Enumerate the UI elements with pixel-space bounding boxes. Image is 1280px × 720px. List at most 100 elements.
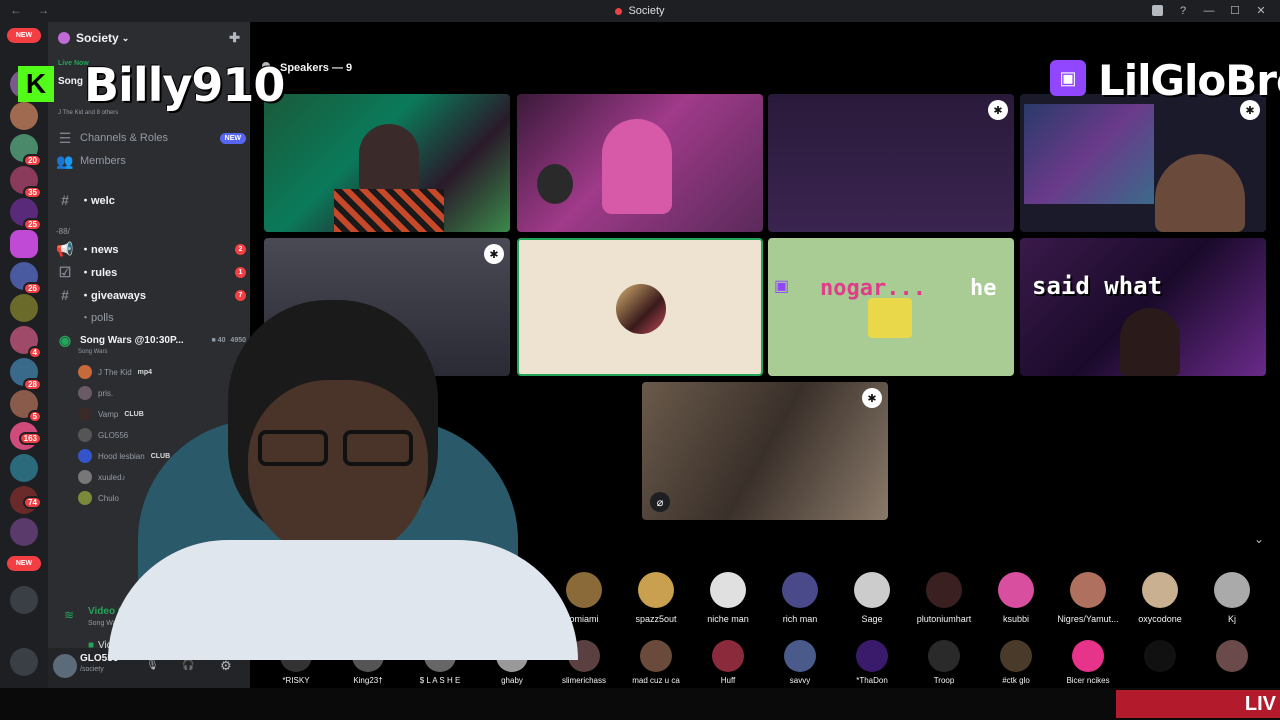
audience-member[interactable]: Kj [1196,572,1268,624]
window-title: Society [615,5,665,17]
speaker-figure [1120,308,1180,376]
audience-name: slimerichass [561,676,606,685]
audience-member[interactable] [1196,640,1268,676]
maximize-button[interactable]: ☐ [1224,2,1246,19]
stream-capture: ← → Society ? — ☐ ✕ NEW 20 35 2 5 26 4 28 [0,0,1280,720]
streamer-name-right: LilGloBro [1098,56,1280,105]
audience-member[interactable]: *ThaDon [836,640,908,685]
speaker-tile[interactable] [264,94,510,232]
audience-member[interactable]: spazz5out [620,572,692,624]
user-avatar[interactable] [53,654,77,678]
audience-member[interactable]: plutoniumhart [908,572,980,624]
channel-rules[interactable]: ☑ ・rules 1 [56,261,246,283]
audience-member[interactable]: niche man [692,572,764,624]
pin-icon[interactable]: ✱ [988,100,1008,120]
server-rail: NEW 20 35 25 26 4 28 5 163 74 NEW [0,22,48,688]
audience-name: oxycodone [1138,614,1182,624]
audience-member[interactable]: Troop [908,640,980,685]
live-channel-name[interactable]: Song [58,76,83,87]
audience-name: spazz5out [635,614,677,624]
speaker-figure [359,124,419,194]
screen-share [1024,104,1154,204]
server-badge: 28 [23,378,42,391]
audience-member[interactable] [1124,640,1196,676]
nav-arrows[interactable]: ← → [10,3,55,17]
settings-gear-icon[interactable]: ⚙ [220,658,232,674]
audience-member[interactable]: oxycodone [1124,572,1196,624]
pin-icon[interactable]: ✱ [862,388,882,408]
avatar [784,640,816,672]
server-icon[interactable] [10,102,38,130]
close-button[interactable]: ✕ [1250,2,1272,19]
speaker-tile[interactable]: ✱ ⌀ [642,382,888,520]
server-badge: 26 [23,282,42,295]
avatar [710,572,746,608]
speaker-tile[interactable]: ▣ nogar... he [768,238,1014,376]
audience-name: $ L A S H E [419,676,461,685]
glasses-right [343,430,413,466]
user-avatar[interactable] [10,648,38,676]
inbox-icon[interactable] [1146,2,1168,19]
audience-name: Nigres/Yamut... [1057,614,1119,624]
guild-name: Society [76,31,119,45]
help-icon[interactable]: ? [1172,2,1194,19]
server-icon[interactable] [10,454,38,482]
speaker-tile[interactable]: ✱ [1020,94,1266,232]
server-badge: 74 [23,496,42,509]
server-icon[interactable] [10,294,38,322]
server-icon[interactable] [10,586,38,614]
audience-name: ghaby [501,676,523,685]
chevron-down-icon[interactable]: ⌄ [1254,532,1264,546]
twitch-icon: ▣ [774,278,790,295]
members-label: Members [80,155,126,167]
invite-icon[interactable]: ✚ [229,30,240,46]
channel-label: ・news [80,244,119,256]
audience-member[interactable]: Huff [692,640,764,685]
audience-name: Kj [1227,614,1236,624]
twitch-logo-icon: ▣ [1050,60,1086,96]
avatar [782,572,818,608]
avatar [998,572,1034,608]
audience-member[interactable]: mad cuz u ca [620,640,692,685]
glasses-left [258,430,328,466]
guild-header[interactable]: Society ⌄ ✚ [48,22,250,54]
members-icon: 👥 [56,152,74,169]
audience-member[interactable]: #ctk glo [980,640,1052,685]
new-pill-bottom[interactable]: NEW [7,556,41,571]
new-pill-top[interactable]: NEW [7,28,41,43]
speaker-tile[interactable]: said what [1020,238,1266,376]
audience-name: King23† [353,676,383,685]
meme-text: said what [1032,272,1163,300]
audience-name: niche man [707,614,749,624]
audience-member[interactable]: Sage [836,572,908,624]
audience-member[interactable]: Nigres/Yamut... [1052,572,1124,624]
mic-icon[interactable]: 🎙 [146,660,159,671]
audience-name: Troop [933,676,955,685]
unread-count: 1 [235,266,246,278]
audience-name: ksubbi [1002,614,1029,624]
audience-member[interactable]: ksubbi [980,572,1052,624]
members-row[interactable]: 👥 Members [56,150,246,172]
server-icon[interactable] [10,518,38,546]
kick-logo-icon: K [18,66,54,102]
channels-roles-row[interactable]: ☰ Channels & Roles NEW [56,127,246,149]
unread-count: 2 [235,243,246,255]
avatar [928,640,960,672]
audience-member[interactable]: Bicer ncikes [1052,640,1124,685]
speaker-tile[interactable]: ✱ [768,94,1014,232]
minimize-button[interactable]: — [1198,2,1220,19]
pin-icon[interactable]: ✱ [484,244,504,264]
server-icon[interactable] [10,230,38,258]
speaker-tile[interactable] [517,94,763,232]
audience-name: Bicer ncikes [1066,676,1110,685]
audience-member[interactable]: rich man [764,572,836,624]
headphones-icon[interactable]: 🎧 [182,660,194,671]
channel-welcome[interactable]: # ・welc [56,189,246,211]
avatar [1070,572,1106,608]
channel-news[interactable]: 📢 ・news 2 [56,238,246,260]
audience-member[interactable]: savvy [764,640,836,685]
window-title-text: Society [628,5,665,17]
avatar [638,572,674,608]
server-badge: 5 [27,410,42,423]
meme-text: he [970,276,997,301]
